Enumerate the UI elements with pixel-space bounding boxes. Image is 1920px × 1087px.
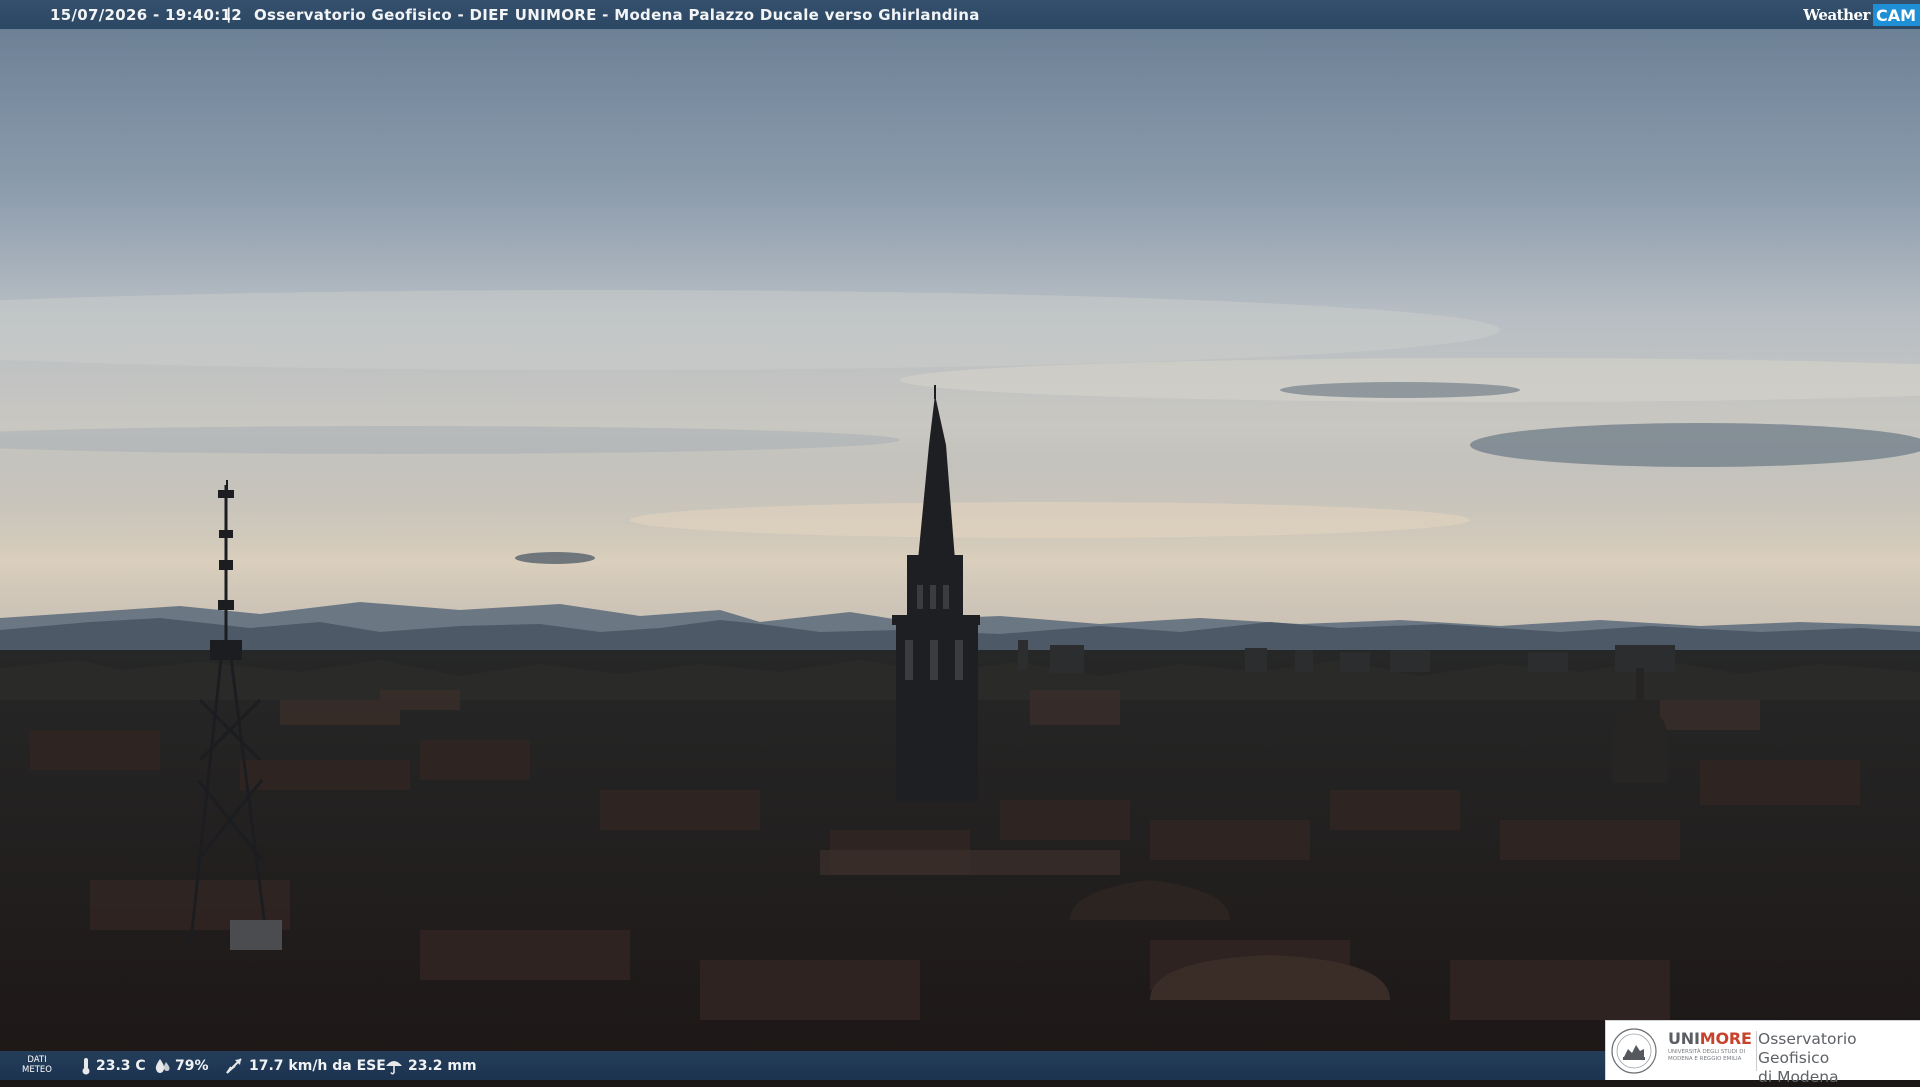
temperature-reading: 23.3 C: [80, 1057, 146, 1075]
unimore-logo-card: UNIMORE UNIVERSITÀ DEGLI STUDI DI MODENA…: [1605, 1020, 1920, 1086]
temperature-value: 23.3 C: [96, 1058, 146, 1074]
unimore-wordmark: UNIMORE: [1668, 1029, 1752, 1048]
wind-vane-icon: [226, 1058, 242, 1074]
brand-cam: CAM: [1872, 3, 1920, 26]
observatory-name: Osservatorio Geofisico di Modena: [1758, 1030, 1857, 1086]
humidity-drops-icon: [155, 1059, 170, 1073]
brand-word: Weather: [1803, 5, 1870, 24]
thermometer-icon: [82, 1058, 90, 1075]
humidity-value: 79%: [175, 1058, 209, 1074]
dati-meteo-label: DATI METEO: [22, 1055, 52, 1075]
camera-title: Osservatorio Geofisico - DIEF UNIMORE - …: [254, 6, 980, 24]
timestamp: 15/07/2026 - 19:40:12: [50, 6, 243, 24]
unimore-seal-icon: [1611, 1028, 1657, 1074]
wind-reading: 17.7 km/h da ESE: [225, 1057, 386, 1075]
rain-value: 23.2 mm: [408, 1058, 477, 1074]
webcam-image: [0, 29, 1920, 1080]
wind-value: 17.7 km/h da ESE: [249, 1058, 386, 1074]
humidity-reading: 79%: [153, 1057, 209, 1075]
caption-separator: |: [226, 5, 232, 23]
rain-umbrella-icon: [386, 1061, 402, 1075]
logo-divider: [1756, 1031, 1757, 1071]
unimore-subtitle: UNIVERSITÀ DEGLI STUDI DI MODENA E REGGI…: [1668, 1049, 1746, 1062]
rain-reading: 23.2 mm: [384, 1057, 477, 1075]
caption-bar: 15/07/2026 - 19:40:12 | Osservatorio Geo…: [0, 0, 1920, 29]
weather-bar: DATI METEO 23.3 C 79% 17.7 km/h da ESE 2…: [0, 1051, 1605, 1080]
weathercam-logo: Weather CAM: [1803, 0, 1920, 29]
